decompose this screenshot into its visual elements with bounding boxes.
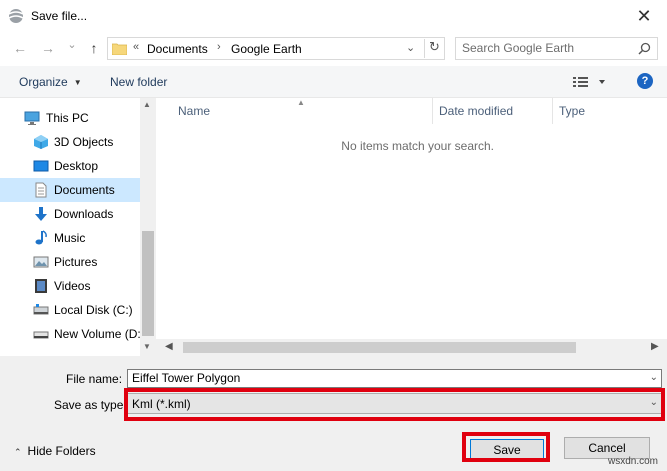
sidebar-item-pictures[interactable]: Pictures xyxy=(0,250,140,274)
address-bar[interactable]: « Documents › Google Earth ⌄ ↻ xyxy=(107,37,445,60)
back-arrow-icon[interactable]: ← xyxy=(12,40,28,56)
sidebar-item-music[interactable]: Music xyxy=(0,226,140,250)
sidebar-item-label: Desktop xyxy=(54,159,99,173)
change-view-icon[interactable] xyxy=(572,74,608,90)
sidebar-item-label: Pictures xyxy=(54,255,98,269)
breadcrumb-google-earth[interactable]: Google Earth xyxy=(231,42,302,56)
sidebar-item-label: Music xyxy=(54,231,86,245)
up-arrow-icon[interactable]: ↑ xyxy=(86,40,102,56)
sidebar-item-new-volume-d[interactable]: New Volume (D: xyxy=(0,322,141,346)
search-icon[interactable] xyxy=(638,42,651,55)
search-input[interactable] xyxy=(462,41,632,55)
help-icon[interactable]: ? xyxy=(637,73,653,89)
sidebar-item-label: New Volume (D: xyxy=(54,327,141,341)
sidebar-item-label: Downloads xyxy=(54,207,114,221)
3d-objects-icon xyxy=(34,135,48,149)
scroll-right-icon[interactable]: ▶ xyxy=(651,341,659,352)
sort-ascending-icon: ▲ xyxy=(297,98,305,107)
sidebar-item-documents[interactable]: Documents xyxy=(0,178,140,202)
save-as-type-label: Save as type: xyxy=(54,398,127,412)
videos-icon xyxy=(35,279,47,293)
close-window-button[interactable]: ✕ xyxy=(621,0,667,32)
sidebar-item-videos[interactable]: Videos xyxy=(0,274,140,298)
title-bar: Save file... ✕ xyxy=(0,0,667,32)
desktop-icon xyxy=(33,160,49,172)
forward-arrow-icon[interactable]: → xyxy=(40,40,56,56)
organize-caret-icon: ▼ xyxy=(73,78,82,87)
hide-folders-label: Hide Folders xyxy=(27,444,96,458)
sidebar-item-downloads[interactable]: Downloads xyxy=(0,202,140,226)
refresh-icon[interactable]: ↻ xyxy=(424,39,444,58)
scroll-up-icon[interactable]: ▲ xyxy=(143,100,151,109)
documents-icon xyxy=(35,182,47,198)
music-icon xyxy=(35,230,47,245)
sidebar-item-this-pc[interactable]: This PC xyxy=(0,106,140,130)
recent-locations-chevron-icon[interactable]: ⌄ xyxy=(64,38,80,51)
column-header-date-modified[interactable]: Date modified xyxy=(439,104,513,118)
close-icon: ✕ xyxy=(636,5,652,26)
folder-icon xyxy=(112,43,127,55)
organize-label: Organize xyxy=(19,75,68,89)
highlight-box-save-as-type xyxy=(124,388,665,421)
google-earth-app-icon xyxy=(8,9,24,23)
scrollbar-thumb[interactable] xyxy=(142,231,154,336)
column-divider[interactable] xyxy=(432,98,433,124)
chevron-up-icon: ⌃ xyxy=(14,447,22,457)
breadcrumb-documents[interactable]: Documents xyxy=(147,42,208,56)
empty-folder-message: No items match your search. xyxy=(341,139,494,153)
file-list-horizontal-scrollbar[interactable]: ◀ ▶ xyxy=(156,339,667,356)
file-name-dropdown-icon[interactable]: ⌄ xyxy=(650,372,658,383)
file-name-field[interactable]: ⌄ xyxy=(127,369,662,388)
command-bar: Organize ▼ New folder xyxy=(0,66,667,98)
overflow-chevron-icon[interactable]: « xyxy=(133,41,139,53)
file-list: ▲ Name Date modified Type No items match… xyxy=(156,98,667,356)
pictures-icon xyxy=(33,256,49,268)
downloads-icon xyxy=(35,207,47,221)
file-name-input[interactable] xyxy=(132,371,632,385)
organize-button[interactable]: Organize ▼ xyxy=(19,75,82,89)
drive-icon xyxy=(33,304,49,315)
sidebar-item-label: Documents xyxy=(54,183,115,197)
sidebar-item-3d-objects[interactable]: 3D Objects xyxy=(0,130,140,154)
breadcrumb-separator-icon: › xyxy=(217,41,221,53)
scroll-down-icon[interactable]: ▼ xyxy=(143,342,151,351)
column-divider[interactable] xyxy=(552,98,553,124)
sidebar-item-label: 3D Objects xyxy=(54,135,114,149)
window-title: Save file... xyxy=(31,9,88,23)
drive-icon xyxy=(33,331,49,339)
search-box[interactable] xyxy=(455,37,658,60)
column-header-type[interactable]: Type xyxy=(559,104,585,118)
sidebar-item-desktop[interactable]: Desktop xyxy=(0,154,140,178)
navigation-pane-scrollbar[interactable]: ▲ ▼ xyxy=(140,98,156,356)
watermark-text: wsxdn.com xyxy=(608,456,659,467)
hide-folders-button[interactable]: ⌃ Hide Folders xyxy=(14,444,96,458)
highlight-box-save-button xyxy=(462,432,550,462)
navigation-pane: This PC 3D Objects Desktop Documents Dow… xyxy=(0,98,156,356)
address-dropdown-icon[interactable]: ⌄ xyxy=(406,41,415,54)
pc-icon xyxy=(24,111,40,125)
sidebar-item-label: Local Disk (C:) xyxy=(54,303,133,317)
sidebar-item-label: This PC xyxy=(46,111,89,125)
sidebar-item-local-disk-c[interactable]: Local Disk (C:) xyxy=(0,298,140,322)
sidebar-item-label: Videos xyxy=(54,279,91,293)
scrollbar-thumb[interactable] xyxy=(183,342,576,353)
file-name-label: File name: xyxy=(66,372,123,386)
column-header-name[interactable]: Name xyxy=(178,104,210,118)
new-folder-button[interactable]: New folder xyxy=(110,75,167,89)
scroll-left-icon[interactable]: ◀ xyxy=(165,341,173,352)
